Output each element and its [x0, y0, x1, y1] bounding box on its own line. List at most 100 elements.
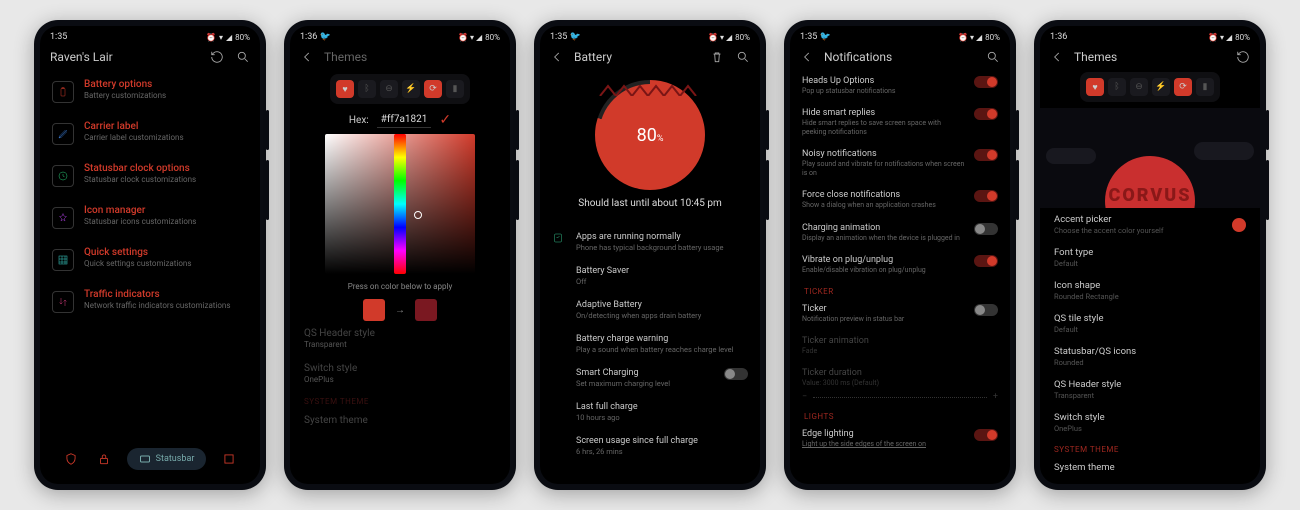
tab-lock[interactable]: [94, 449, 114, 469]
section-system-theme: System Theme: [304, 397, 496, 406]
back-icon[interactable]: [550, 50, 564, 64]
row-qs-tile-style[interactable]: QS tile styleDefault: [1050, 307, 1250, 340]
row-charge-warning[interactable]: Battery charge warningPlay a sound when …: [550, 327, 750, 361]
search-icon[interactable]: [736, 50, 750, 64]
row-switch-style: Switch styleOnePlus: [300, 356, 500, 391]
confirm-icon[interactable]: ✓: [439, 112, 451, 128]
toggle-smart-replies[interactable]: [974, 108, 998, 120]
tile-flash-icon: ⚡: [1152, 78, 1170, 96]
statusbar: 1:35 ⏰ ▾ ◢ 80%: [40, 26, 260, 44]
row-hide-smart-replies[interactable]: Hide smart repliesHide smart replies to …: [800, 102, 1000, 143]
page-title: Raven's Lair: [50, 50, 200, 64]
battery-pct: 80%: [235, 33, 250, 42]
tile-bluetooth-icon: ᛒ: [358, 80, 376, 98]
swatch-new[interactable]: [415, 299, 437, 321]
section-lights: Lights: [804, 412, 996, 421]
row-screen-usage: Screen usage since full charge6 hrs, 26 …: [550, 429, 750, 463]
row-icon-shape[interactable]: Icon shapeRounded Rectangle: [1050, 274, 1250, 307]
battery-ring: 80%: [595, 80, 705, 190]
toggle-charging-anim[interactable]: [974, 223, 998, 235]
item-battery-options[interactable]: Battery optionsBattery customizations: [50, 70, 250, 112]
row-statusbar-qs-icons[interactable]: Statusbar/QS iconsRounded: [1050, 340, 1250, 373]
item-quick-settings[interactable]: Quick settingsQuick settings customizati…: [50, 238, 250, 280]
section-system-theme: System Theme: [1054, 445, 1246, 454]
battery-estimate: Should last until about 10:45 pm: [550, 198, 750, 209]
tab-shield[interactable]: [61, 449, 81, 469]
row-qs-header-style[interactable]: QS Header styleTransparent: [1050, 373, 1250, 406]
row-edge-lighting[interactable]: Edge lightingLight up the side edges of …: [800, 423, 1000, 455]
back-icon[interactable]: [1050, 50, 1064, 64]
back-icon[interactable]: [300, 50, 314, 64]
row-ticker-duration: Ticker durationValue: 3000 ms (Default): [800, 362, 1000, 388]
phone-notifications: 1:35 🐦⏰ ▾ ◢ 80% Notifications Heads Up O…: [784, 20, 1016, 490]
phone-battery: 1:35 🐦⏰ ▾ ◢ 80% Battery 80% Should last …: [534, 20, 766, 490]
row-charging-anim[interactable]: Charging animationDisplay an animation w…: [800, 217, 1000, 249]
tile-heart-icon: ♥: [336, 80, 354, 98]
toggle-noisy[interactable]: [974, 149, 998, 161]
row-noisy[interactable]: Noisy notificationsPlay sound and vibrat…: [800, 143, 1000, 184]
toggle-vibrate-plug[interactable]: [974, 255, 998, 267]
row-vibrate-plug[interactable]: Vibrate on plug/unplugEnable/disable vib…: [800, 249, 1000, 281]
item-icon-manager[interactable]: Icon managerStatusbar icons customizatio…: [50, 196, 250, 238]
search-icon[interactable]: [986, 50, 1000, 64]
tile-dnd-icon: ⊖: [380, 80, 398, 98]
tile-flash-icon: ⚡: [402, 80, 420, 98]
tile-heart-icon: ♥: [1086, 78, 1104, 96]
tab-statusbar-active[interactable]: Statusbar: [127, 448, 207, 470]
battery-percent: 80: [637, 125, 657, 146]
row-heads-up[interactable]: Heads Up OptionsPop up statusbar notific…: [800, 70, 1000, 102]
tile-bluetooth-icon: ᛒ: [1108, 78, 1126, 96]
row-last-full-charge: Last full charge10 hours ago: [550, 395, 750, 429]
restore-icon[interactable]: [1236, 50, 1250, 64]
item-traffic-indicators[interactable]: Traffic indicatorsNetwork traffic indica…: [50, 280, 250, 322]
tile-dnd-icon: ⊖: [1130, 78, 1148, 96]
page-title: Notifications: [824, 50, 976, 64]
arrow-icon: →: [395, 305, 405, 316]
tile-rotate-icon: ⟳: [1174, 78, 1192, 96]
qs-preview: ♥ ᛒ ⊖ ⚡ ⟳ ▮: [1080, 72, 1220, 102]
toggle-heads-up[interactable]: [974, 76, 998, 88]
phone-ravens-lair: 1:35 ⏰ ▾ ◢ 80% Raven's Lair Battery opti…: [34, 20, 266, 490]
restore-icon[interactable]: [210, 50, 224, 64]
row-smart-charging[interactable]: Smart ChargingSet maximum charging level: [550, 361, 750, 395]
tile-battery-icon: ▮: [1196, 78, 1214, 96]
toggle-edge-lighting[interactable]: [974, 429, 998, 441]
brand-text: CORVUS: [1040, 185, 1260, 206]
search-icon[interactable]: [236, 50, 250, 64]
row-switch-style[interactable]: Switch styleOnePlus: [1050, 406, 1250, 439]
checklist-icon: [552, 232, 566, 247]
accent-dot: [1232, 218, 1246, 232]
ticker-duration-slider: −+: [800, 388, 1000, 406]
alarm-icon: ⏰: [206, 33, 216, 42]
hex-input[interactable]: #ff7a1821: [377, 112, 432, 128]
tile-rotate-icon: ⟳: [424, 80, 442, 98]
toggle-ticker[interactable]: [974, 304, 998, 316]
delete-icon[interactable]: [710, 50, 724, 64]
hue-slider[interactable]: [394, 134, 406, 274]
themes-hero: CORVUS: [1040, 108, 1260, 208]
tab-square[interactable]: [219, 449, 239, 469]
phone-themes-picker: 1:36 🐦 ⏰ ▾ ◢ 80% Themes ♥ ᛒ ⊖ ⚡ ⟳ ▮ Hex:…: [284, 20, 516, 490]
section-ticker: Ticker: [804, 287, 996, 296]
row-apps-normal[interactable]: Apps are running normallyPhone has typic…: [550, 225, 750, 259]
row-force-close[interactable]: Force close notificationsShow a dialog w…: [800, 184, 1000, 216]
back-icon[interactable]: [800, 50, 814, 64]
item-statusbar-clock[interactable]: Statusbar clock optionsStatusbar clock c…: [50, 154, 250, 196]
item-carrier-label[interactable]: Carrier labelCarrier label customization…: [50, 112, 250, 154]
row-battery-saver[interactable]: Battery SaverOff: [550, 259, 750, 293]
page-title: Themes: [324, 50, 500, 64]
smart-charging-toggle[interactable]: [724, 368, 748, 380]
signal-icon: ◢: [226, 33, 232, 42]
tile-battery-icon: ▮: [446, 80, 464, 98]
swatch-current[interactable]: [363, 299, 385, 321]
apply-hint: Press on color below to apply: [300, 282, 500, 291]
qs-preview: ♥ ᛒ ⊖ ⚡ ⟳ ▮: [330, 74, 470, 104]
wifi-icon: ▾: [219, 33, 223, 42]
toggle-force-close[interactable]: [974, 190, 998, 202]
statusbar: 1:36 🐦 ⏰ ▾ ◢ 80%: [290, 26, 510, 44]
row-adaptive-battery[interactable]: Adaptive BatteryOn/detecting when apps d…: [550, 293, 750, 327]
row-ticker[interactable]: TickerNotification preview in status bar: [800, 298, 1000, 330]
row-system-theme[interactable]: System theme: [1050, 456, 1250, 479]
row-accent-picker[interactable]: Accent pickerChoose the accent color you…: [1050, 208, 1250, 241]
row-font-type[interactable]: Font typeDefault: [1050, 241, 1250, 274]
